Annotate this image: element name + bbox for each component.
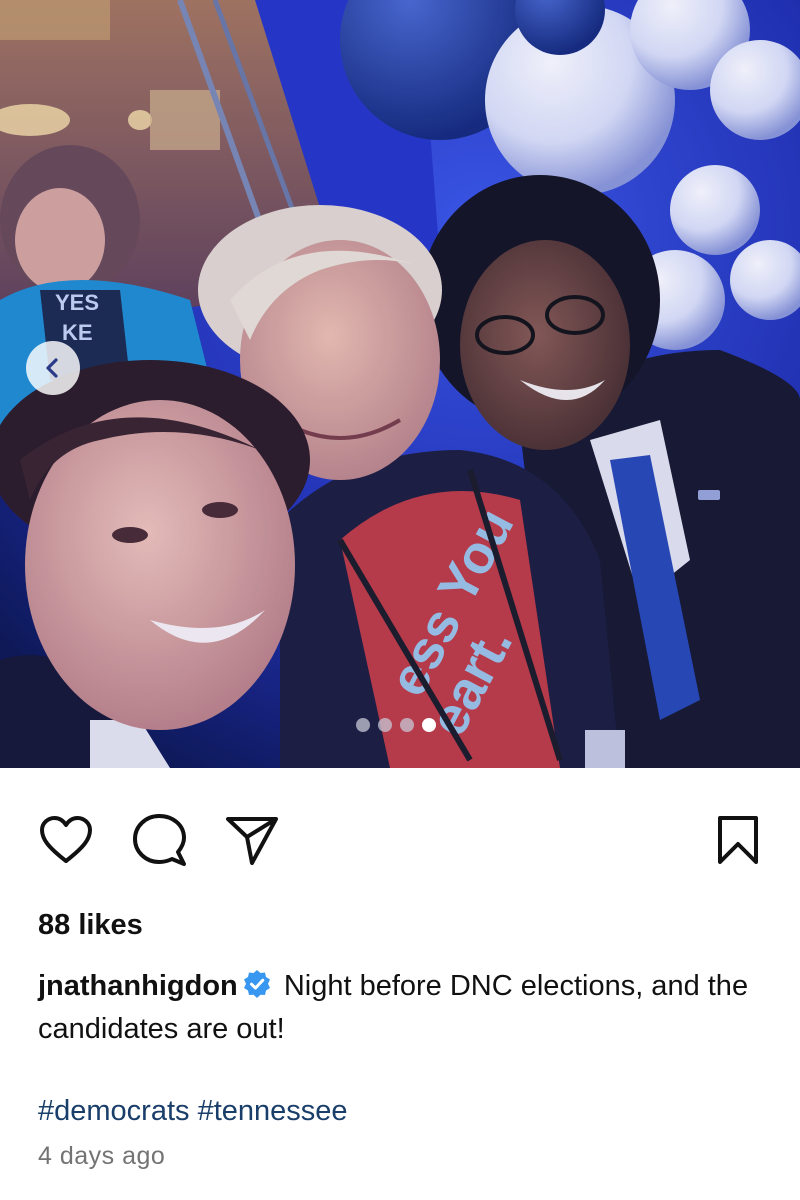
like-button[interactable]: [36, 810, 96, 870]
post-caption: jnathanhigdon Night before DNC elections…: [38, 965, 768, 1051]
comment-button[interactable]: [129, 810, 189, 870]
post-timestamp: 4 days ago: [38, 1142, 166, 1170]
instagram-post: YES KE ess You eart. 88 likes jnathanhig…: [0, 0, 800, 1200]
share-button[interactable]: [222, 810, 282, 870]
carousel-indicator: [356, 718, 436, 732]
group-selfie-photo: YES KE ess You eart.: [0, 0, 800, 768]
save-button[interactable]: [708, 810, 768, 870]
carousel-dot: [400, 718, 414, 732]
action-bar: [0, 800, 800, 876]
carousel-dot: [356, 718, 370, 732]
hashtag-link[interactable]: #tennessee: [198, 1095, 348, 1127]
username-link[interactable]: jnathanhigdon: [38, 970, 238, 1002]
hashtags: #democrats #tennessee: [38, 1090, 348, 1132]
likes-count[interactable]: 88 likes: [38, 906, 143, 944]
hashtag-link[interactable]: #democrats: [38, 1095, 190, 1127]
carousel-prev-button[interactable]: [26, 341, 80, 395]
carousel-dot-active: [422, 718, 436, 732]
chevron-left-icon: [41, 356, 65, 380]
comment-bubble-icon: [131, 812, 187, 868]
bookmark-icon: [715, 814, 761, 866]
heart-icon: [38, 814, 94, 866]
paper-plane-icon: [224, 813, 280, 867]
verified-badge-icon: [242, 969, 272, 999]
carousel-dot: [378, 718, 392, 732]
post-photo[interactable]: YES KE ess You eart.: [0, 0, 800, 768]
